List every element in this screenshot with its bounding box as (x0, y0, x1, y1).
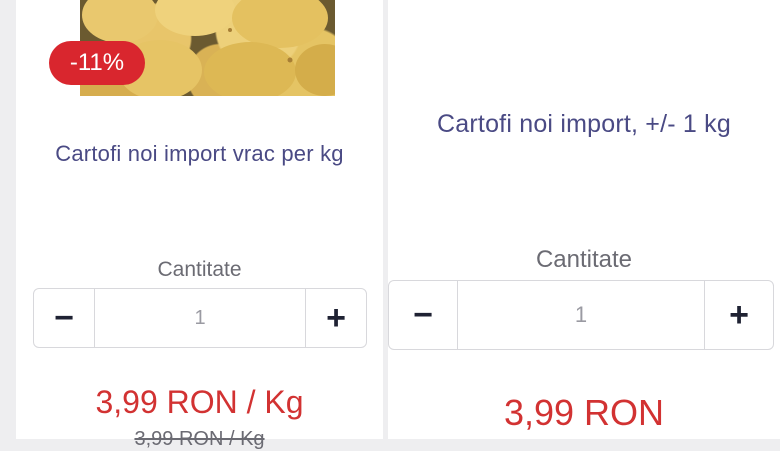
product-price: 3,99 RON / Kg (95, 384, 304, 420)
quantity-label: Cantitate (535, 246, 633, 273)
quantity-label: Cantitate (157, 258, 242, 281)
quantity-input[interactable]: 1 (95, 289, 305, 347)
product-price: 3,99 RON (503, 392, 665, 433)
increase-quantity-button[interactable]: + (305, 289, 366, 347)
product-title[interactable]: Cartofi noi import, +/- 1 kg (388, 110, 780, 139)
quantity-stepper[interactable]: − 1 + (388, 280, 774, 350)
discount-badge: -11% (49, 41, 145, 85)
quantity-input[interactable]: 1 (458, 281, 704, 349)
product-title[interactable]: Cartofi noi import vrac per kg (16, 141, 383, 167)
decrease-quantity-button[interactable]: − (34, 289, 95, 347)
product-card-left[interactable]: -11% Cartofi noi import vrac per kg Cant… (16, 0, 383, 450)
decrease-quantity-button[interactable]: − (389, 281, 458, 349)
product-card-right[interactable]: Cartofi noi import, +/- 1 kg Cantitate −… (388, 0, 780, 439)
increase-quantity-button[interactable]: + (704, 281, 773, 349)
quantity-stepper[interactable]: − 1 + (33, 288, 367, 348)
old-price: 3,99 RON / Kg (134, 428, 265, 450)
